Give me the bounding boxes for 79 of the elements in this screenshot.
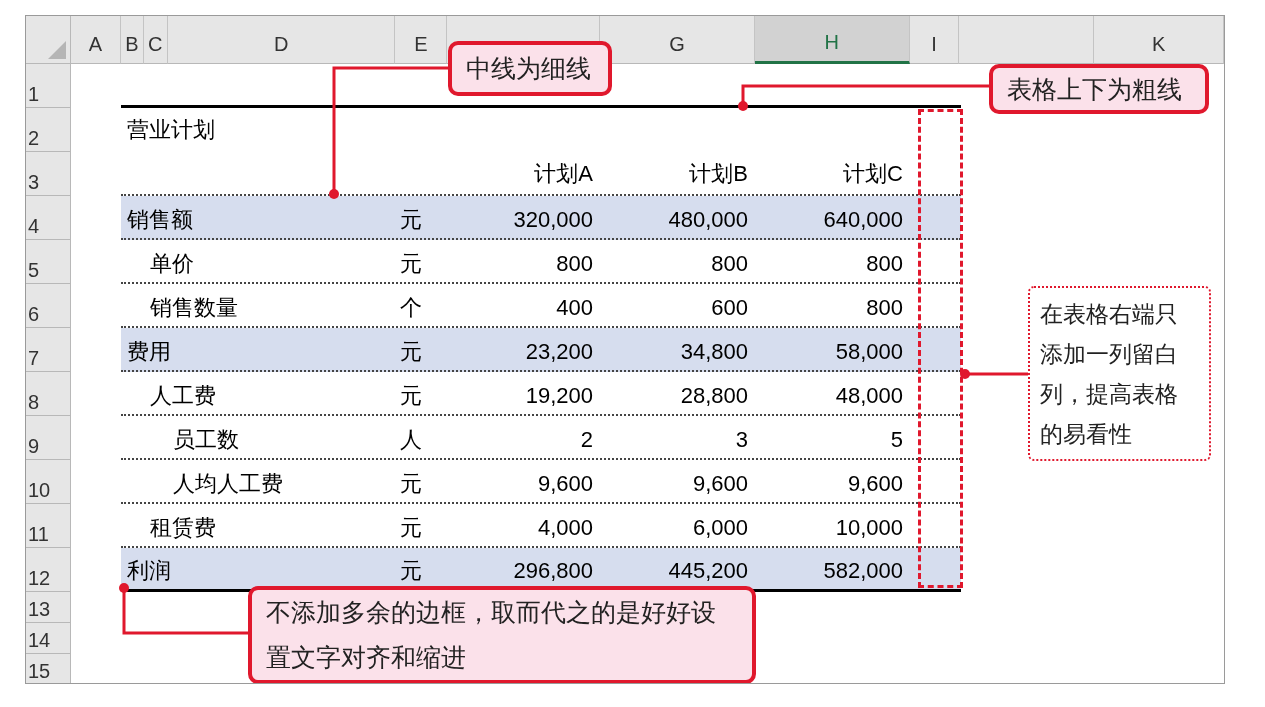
row-number: 12 [28, 566, 51, 591]
table-title: 营业计划 [126, 116, 215, 144]
value-cell-text: 400 [556, 294, 593, 322]
value-cell-text: 800 [866, 250, 903, 278]
row-number: 4 [28, 214, 40, 239]
row-number: 8 [28, 390, 40, 415]
callout-tooltip: 在表格右端只添加一列留白列，提高表格的易看性 [1028, 286, 1211, 461]
value-cell-text: 800 [556, 250, 593, 278]
value-cell-text: 582,000 [823, 557, 903, 585]
column-header[interactable]: K [1094, 16, 1224, 64]
value-cell-text: 2 [580, 426, 593, 454]
column-header[interactable]: G [600, 16, 755, 64]
callout-tooltip: 表格上下为粗线 [989, 64, 1209, 114]
row-label: 租赁费 [150, 515, 216, 540]
callout-tooltip: 中线为细线 [448, 41, 612, 96]
unit-cell: 元 [400, 251, 422, 276]
unit-cell: 人 [400, 427, 422, 452]
value-cell-text: 4,000 [537, 514, 593, 542]
value-cell-text: 480,000 [668, 206, 748, 234]
unit-cell: 元 [400, 383, 422, 408]
value-cell-text: 48,000 [835, 382, 903, 410]
value-cell-text: 58,000 [835, 338, 903, 366]
value-cell-text: 320,000 [513, 206, 593, 234]
select-all-icon[interactable] [47, 41, 66, 59]
row-label: 利润 [127, 558, 171, 583]
column-header[interactable]: C [143, 16, 168, 64]
row-number: 10 [28, 478, 51, 503]
column-header[interactable]: I [909, 16, 960, 64]
column-header[interactable]: B [120, 16, 144, 64]
row-number: 11 [28, 522, 49, 547]
row-label: 员工数 [173, 427, 239, 452]
value-cell-text: 5 [890, 426, 903, 454]
unit-cell: 元 [400, 515, 422, 540]
column-heading: 计划A [534, 160, 593, 188]
unit-cell: 元 [400, 471, 422, 496]
column-heading: 计划B [689, 160, 748, 188]
value-cell-text: 10,000 [835, 514, 903, 542]
row-label: 销售数量 [150, 295, 238, 320]
value-cell-text: 9,600 [537, 470, 593, 498]
row-label: 人工费 [150, 383, 216, 408]
row-label: 费用 [127, 339, 171, 364]
row-number: 2 [28, 126, 40, 151]
value-cell-text: 9,600 [692, 470, 748, 498]
row-number: 6 [28, 302, 40, 327]
row-number: 9 [28, 434, 40, 459]
column-header[interactable]: D [167, 16, 396, 64]
leader-line [960, 369, 1028, 379]
value-cell-text: 296,800 [513, 557, 593, 585]
value-cell-text: 3 [735, 426, 748, 454]
value-cell-text: 600 [711, 294, 748, 322]
unit-cell: 元 [400, 207, 422, 232]
row-number: 5 [28, 258, 40, 283]
row-number: 7 [28, 346, 40, 371]
column-header[interactable]: H [754, 16, 910, 64]
value-cell-text: 19,200 [525, 382, 593, 410]
unit-cell: 元 [400, 339, 422, 364]
row-label: 销售额 [127, 207, 193, 232]
row-number: 1 [28, 82, 40, 107]
column-header[interactable]: E [395, 16, 448, 64]
row-label: 人均人工费 [173, 471, 283, 496]
row-number: 15 [28, 659, 51, 683]
value-cell-text: 34,800 [680, 338, 748, 366]
column-heading: 计划C [843, 160, 903, 188]
unit-cell: 元 [400, 558, 422, 583]
value-cell-text: 28,800 [680, 382, 748, 410]
value-cell-text: 6,000 [692, 514, 748, 542]
row-number: 14 [28, 628, 51, 653]
value-cell-text: 800 [711, 250, 748, 278]
callout-tooltip: 不添加多余的边框，取而代之的是好好设置文字对齐和缩进 [248, 586, 756, 683]
value-cell-text: 23,200 [525, 338, 593, 366]
column-header[interactable]: A [70, 16, 121, 64]
row-number: 13 [28, 597, 51, 622]
value-cell-text: 640,000 [823, 206, 903, 234]
value-cell-text: 800 [866, 294, 903, 322]
unit-cell: 个 [400, 295, 422, 320]
value-cell-text: 9,600 [847, 470, 903, 498]
row-label: 单价 [150, 251, 194, 276]
row-number: 3 [28, 170, 40, 195]
value-cell-text: 445,200 [668, 557, 748, 585]
